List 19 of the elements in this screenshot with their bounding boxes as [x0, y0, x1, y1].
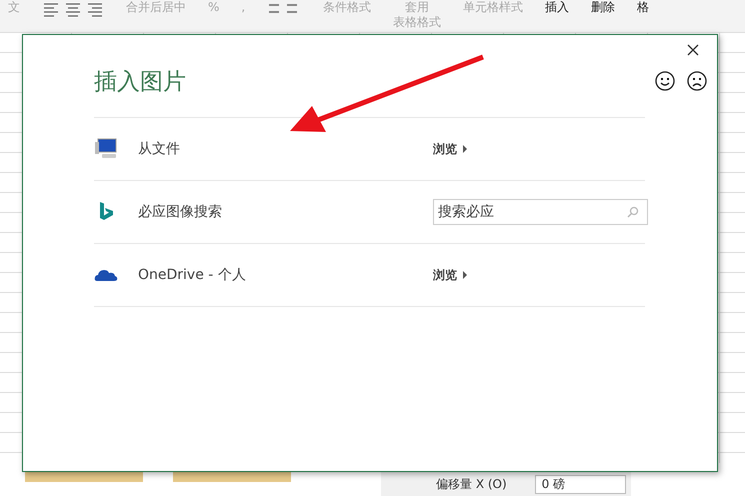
search-field[interactable]: 搜索必应 [433, 199, 648, 225]
dialog-title: 插入图片 [94, 68, 186, 96]
triangle-icon[interactable] [462, 271, 468, 279]
frown-icon[interactable] [687, 71, 707, 91]
offset-label: 偏移量 X (O) [436, 476, 507, 492]
source-label[interactable]: OneDrive - 个人 [138, 266, 433, 284]
source-label[interactable]: 从文件 [138, 140, 433, 158]
close-icon[interactable] [687, 44, 699, 56]
browse-link[interactable]: 浏览 [433, 266, 468, 284]
align-icon[interactable] [42, 1, 104, 17]
browse-link[interactable]: 浏览 [433, 140, 468, 158]
computer-icon [94, 138, 118, 160]
ribbon-command[interactable]: 删除 [591, 0, 616, 15]
smiley-icon[interactable] [655, 71, 675, 91]
triangle-icon[interactable] [462, 145, 468, 153]
source-label[interactable]: 必应图像搜索 [138, 203, 433, 221]
ribbon-command[interactable]: 格 [637, 0, 650, 15]
offset-field[interactable]: 0 磅 [534, 474, 626, 494]
ribbon-command[interactable]: 插入 [545, 0, 570, 15]
